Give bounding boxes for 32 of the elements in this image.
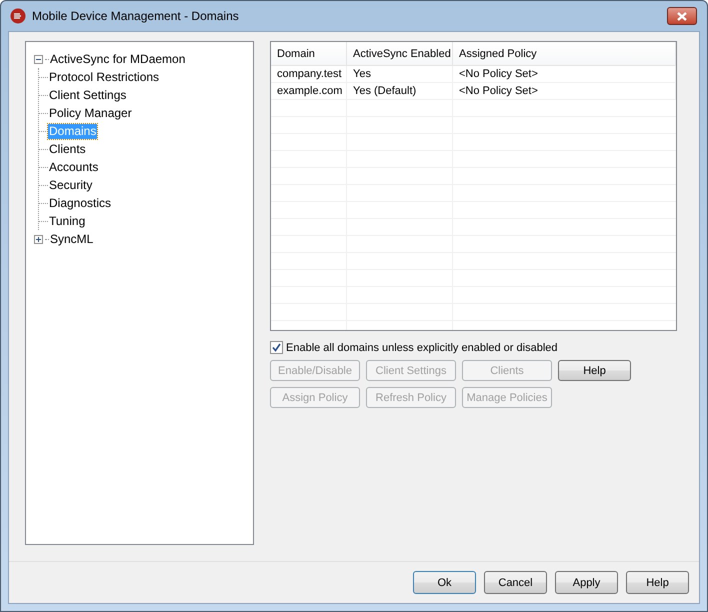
table-cell: Yes xyxy=(347,66,453,83)
tree-item[interactable]: Client Settings xyxy=(48,88,128,102)
dialog-button[interactable]: Apply xyxy=(555,571,618,594)
dialog-button[interactable]: Help xyxy=(626,571,689,594)
expand-icon[interactable] xyxy=(34,234,43,244)
checkbox-label: Enable all domains unless explicitly enabled or disabled xyxy=(286,342,558,354)
app-logo-icon xyxy=(10,8,26,24)
tree-item[interactable]: SyncML xyxy=(49,232,94,246)
tree-item[interactable]: Tuning xyxy=(48,214,86,228)
tree-item[interactable]: Protocol Restrictions xyxy=(48,70,160,84)
table-cell: Yes (Default) xyxy=(347,83,453,100)
tree-item[interactable]: Diagnostics xyxy=(48,196,112,210)
table-cell: example.com xyxy=(271,83,347,100)
table-cell: <No Policy Set> xyxy=(453,83,676,100)
close-button[interactable] xyxy=(667,7,697,25)
checkbox[interactable] xyxy=(270,341,283,354)
collapse-icon[interactable] xyxy=(34,54,43,64)
tree-item[interactable]: Policy Manager xyxy=(48,106,133,120)
column-header[interactable]: Assigned Policy xyxy=(453,42,676,66)
tree-item[interactable]: Accounts xyxy=(48,160,100,174)
dialog-button[interactable]: Cancel xyxy=(484,571,547,594)
dialog-button[interactable]: Ok xyxy=(413,571,476,594)
column-header[interactable]: Domain xyxy=(271,42,347,66)
window-title: Mobile Device Management - Domains xyxy=(32,9,239,23)
tree-item[interactable]: Clients xyxy=(48,142,87,156)
table-cell: company.test xyxy=(271,66,347,83)
tree-item[interactable]: Security xyxy=(48,178,94,192)
tree-item[interactable]: ActiveSync for MDaemon xyxy=(49,52,186,66)
action-button[interactable]: Help xyxy=(558,360,631,381)
close-icon xyxy=(676,12,688,20)
table-cell: <No Policy Set> xyxy=(453,66,676,83)
column-header[interactable]: ActiveSync Enabled xyxy=(347,42,453,66)
